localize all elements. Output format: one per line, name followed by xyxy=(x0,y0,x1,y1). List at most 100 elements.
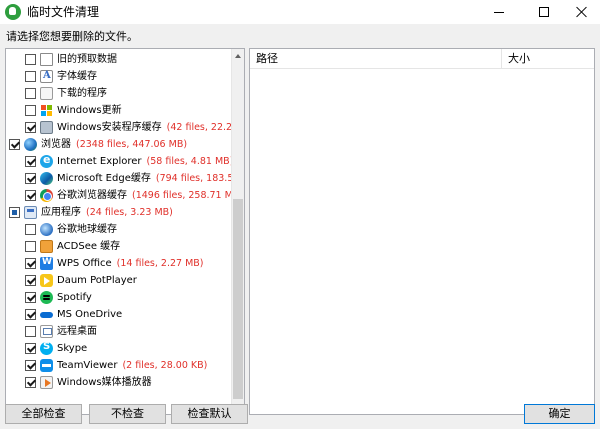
tree-item[interactable]: MS OneDrive xyxy=(6,306,232,323)
tree-item[interactable]: Spotify xyxy=(6,289,232,306)
wps-icon xyxy=(40,257,53,270)
tree-item-checkbox[interactable] xyxy=(25,343,36,354)
tree-item-checkbox[interactable] xyxy=(25,275,36,286)
cleanup-tree[interactable]: 旧的预取数据字体缓存下载的程序 Windows更新 Windows安装程序缓存(42… xyxy=(5,48,245,415)
tree-item-label: Skype xyxy=(57,343,88,354)
tree-item-checkbox[interactable] xyxy=(25,88,36,99)
onedrive-icon xyxy=(40,308,53,321)
tree-item-checkbox[interactable] xyxy=(25,190,36,201)
tree-item-label: TeamViewer xyxy=(57,360,118,371)
spotify-icon xyxy=(40,291,53,304)
tree-item[interactable]: Windows媒体播放器 xyxy=(6,374,232,391)
remote-desktop-icon xyxy=(40,325,53,338)
earth-icon xyxy=(40,223,53,236)
tree-item-label: 旧的预取数据 xyxy=(57,54,117,65)
tree-scrollbar[interactable] xyxy=(231,49,244,414)
tree-item-label: 字体缓存 xyxy=(57,71,97,82)
tree-item[interactable]: 谷歌浏览器缓存 (1496 files, 258.71 MB) xyxy=(6,187,243,204)
tree-item-count: (14 files, 2.27 MB) xyxy=(116,258,204,269)
edge-icon xyxy=(40,172,53,185)
tree-item[interactable]: Daum PotPlayer xyxy=(6,272,232,289)
ok-button[interactable]: 确定 xyxy=(524,404,595,424)
column-header-path[interactable]: 路径 xyxy=(250,49,502,69)
tree-item[interactable]: 字体缓存 xyxy=(6,68,232,85)
tree-item-label: 浏览器 xyxy=(41,139,71,150)
tree-item[interactable]: 浏览器 (2348 files, 447.06 MB) xyxy=(6,136,232,153)
window-title: 临时文件清理 xyxy=(27,5,100,19)
tree-item-checkbox[interactable] xyxy=(25,224,36,235)
scroll-up-arrow-icon[interactable] xyxy=(232,49,244,63)
tree-item[interactable]: 应用程序 (24 files, 3.23 MB) xyxy=(6,204,232,221)
check-all-button[interactable]: 全部检查 xyxy=(5,404,82,424)
tree-item-checkbox[interactable] xyxy=(25,258,36,269)
tree-item[interactable]: 谷歌地球缓存 xyxy=(6,221,232,238)
tree-item-checkbox[interactable] xyxy=(25,173,36,184)
teamviewer-icon xyxy=(40,359,53,372)
tree-item-checkbox[interactable] xyxy=(25,105,36,116)
broom-app-icon xyxy=(5,4,21,20)
close-icon xyxy=(576,6,588,18)
tree-item[interactable]: ACDSee 缓存 xyxy=(6,238,232,255)
page-icon xyxy=(40,53,53,66)
font-icon xyxy=(40,70,53,83)
column-header-size[interactable]: 大小 xyxy=(502,49,594,69)
tree-item[interactable]: 下载的程序 xyxy=(6,85,232,102)
potplayer-icon xyxy=(40,274,53,287)
tree-item-checkbox[interactable] xyxy=(25,326,36,337)
tree-item-checkbox[interactable] xyxy=(25,292,36,303)
tree-item-label: Windows更新 xyxy=(57,105,122,116)
tree-item-label: Spotify xyxy=(57,292,92,303)
file-list-header: 路径 大小 xyxy=(250,49,594,69)
tree-item-count: (1496 files, 258.71 MB) xyxy=(132,190,244,201)
file-list[interactable]: 路径 大小 xyxy=(249,48,595,415)
tree-item[interactable]: 旧的预取数据 xyxy=(6,51,232,68)
scroll-thumb[interactable] xyxy=(233,199,243,399)
ie-icon xyxy=(40,153,53,168)
tree-item-checkbox[interactable] xyxy=(25,71,36,82)
uncheck-button[interactable]: 不检查 xyxy=(89,404,166,424)
skype-icon xyxy=(40,341,53,355)
tree-item[interactable]: Microsoft Edge缓存(794 files, 183.55 MB xyxy=(6,170,244,187)
tree-item-checkbox[interactable] xyxy=(25,241,36,252)
tree-item-label: ACDSee 缓存 xyxy=(57,241,121,252)
maximize-button[interactable] xyxy=(527,0,561,24)
minimize-icon xyxy=(494,11,504,13)
tree-item[interactable]: Windows更新 xyxy=(6,102,232,119)
tree-item[interactable]: Windows安装程序缓存 (42 files, 22.29 M xyxy=(6,119,244,136)
tree-item[interactable]: 远程桌面 xyxy=(6,323,232,340)
tree-item[interactable]: WPS Office (14 files, 2.27 MB) xyxy=(6,255,232,272)
tree-item-checkbox[interactable] xyxy=(25,156,36,167)
download-icon xyxy=(40,87,53,100)
tree-item-checkbox[interactable] xyxy=(25,377,36,388)
tree-item-count: (58 files, 4.81 MB) xyxy=(146,156,234,167)
close-button[interactable] xyxy=(565,0,599,24)
tree-item-checkbox[interactable] xyxy=(25,360,36,371)
title-bar: 临时文件清理 xyxy=(0,0,600,24)
tree-item[interactable]: TeamViewer (2 files, 28.00 KB) xyxy=(6,357,232,374)
tree-item-label: Microsoft Edge缓存 xyxy=(57,173,151,184)
tree-item-label: 谷歌地球缓存 xyxy=(57,224,117,235)
tree-item-checkbox[interactable] xyxy=(25,122,36,133)
check-default-button[interactable]: 检查默认 xyxy=(171,404,248,424)
tree-item[interactable]: Internet Explorer (58 files, 4.81 MB) xyxy=(6,153,234,170)
tree-item-checkbox[interactable] xyxy=(25,54,36,65)
dialog-body: 请选择您想要删除的文件。 旧的预取数据字体缓存下载的程序 Windows更新 Win… xyxy=(0,24,600,429)
tree-item-label: Windows媒体播放器 xyxy=(57,377,152,388)
tree-item-label: Windows安装程序缓存 xyxy=(57,122,162,133)
tree-item-checkbox[interactable] xyxy=(25,309,36,320)
tree-item-label: 应用程序 xyxy=(41,207,81,218)
tree-item-label: 下载的程序 xyxy=(57,88,107,99)
tree-item-checkbox[interactable] xyxy=(9,139,20,150)
maximize-icon xyxy=(539,7,549,17)
tree-item-count: (2 files, 28.00 KB) xyxy=(122,360,208,371)
tree-item-count: (24 files, 3.23 MB) xyxy=(86,207,173,218)
tree-item-count: (2348 files, 447.06 MB) xyxy=(76,139,188,150)
tree-item-label: 远程桌面 xyxy=(57,326,97,337)
chrome-icon xyxy=(40,189,53,202)
tree-item-label: WPS Office xyxy=(57,258,112,269)
windows-icon xyxy=(40,104,53,117)
acdsee-icon xyxy=(40,240,53,253)
minimize-button[interactable] xyxy=(482,0,516,24)
tree-item-checkbox[interactable] xyxy=(9,207,20,218)
tree-item[interactable]: Skype xyxy=(6,340,232,357)
